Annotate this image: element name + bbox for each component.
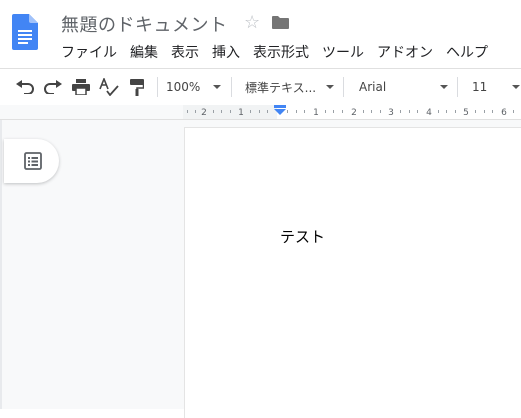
title-bar: 無題のドキュメント ☆ ファイル 編集 表示 挿入 表示形式 ツール アドオン … <box>0 0 521 68</box>
toolbar-divider <box>157 77 158 97</box>
document-body-text[interactable]: テスト <box>280 226 325 247</box>
spellcheck-icon <box>99 78 119 96</box>
chevron-down-icon <box>213 85 221 89</box>
ruler-number: 5 <box>463 108 469 118</box>
menu-bar: ファイル 編集 表示 挿入 表示形式 ツール アドオン ヘルプ <box>61 42 501 62</box>
redo-icon <box>44 80 62 94</box>
paragraph-style-value: 標準テキス... <box>245 80 317 95</box>
ruler-number: 2 <box>201 108 207 118</box>
ruler-number: 2 <box>351 108 357 118</box>
font-value: Arial <box>359 80 387 94</box>
menu-file[interactable]: ファイル <box>61 42 117 62</box>
menu-help[interactable]: ヘルプ <box>446 42 488 62</box>
star-outline-icon[interactable]: ☆ <box>244 12 260 33</box>
menu-format[interactable]: 表示形式 <box>253 42 309 62</box>
toolbar-divider <box>343 77 344 97</box>
menu-edit[interactable]: 編集 <box>130 42 158 62</box>
left-panel-edge <box>0 120 2 409</box>
zoom-value: 100% <box>166 80 201 94</box>
menu-view[interactable]: 表示 <box>171 42 199 62</box>
toolbar-divider <box>231 77 232 97</box>
print-icon <box>72 79 90 95</box>
font-size-select[interactable]: 11 <box>472 69 502 105</box>
font-size-value: 11 <box>472 80 488 94</box>
undo-icon <box>16 80 34 94</box>
toolbar: 100% 標準テキス... Arial 11 <box>0 68 521 106</box>
ruler-number: 1 <box>313 108 319 118</box>
chevron-down-icon <box>440 85 448 89</box>
menu-tools[interactable]: ツール <box>322 42 364 62</box>
folder-icon[interactable] <box>272 16 289 29</box>
document-outline-button[interactable] <box>4 139 59 183</box>
redo-button[interactable] <box>42 69 64 105</box>
ruler-number: 3 <box>388 108 394 118</box>
ruler-number: 6 <box>501 108 507 118</box>
horizontal-ruler[interactable]: 2 1 1 2 3 4 5 6 <box>183 105 521 119</box>
font-select[interactable]: Arial <box>359 69 449 105</box>
first-line-indent-marker[interactable] <box>274 105 286 108</box>
print-button[interactable] <box>70 69 92 105</box>
paint-format-icon <box>130 78 144 96</box>
document-title[interactable]: 無題のドキュメント <box>61 11 228 37</box>
paint-format-button[interactable] <box>126 69 148 105</box>
toolbar-divider <box>457 77 458 97</box>
undo-button[interactable] <box>14 69 36 105</box>
menu-insert[interactable]: 挿入 <box>212 42 240 62</box>
google-docs-icon[interactable] <box>12 14 38 50</box>
spellcheck-button[interactable] <box>98 69 120 105</box>
ruler-number: 4 <box>426 108 432 118</box>
document-outline-icon <box>24 152 42 170</box>
chevron-down-icon <box>326 85 334 89</box>
ruler-number: 1 <box>238 108 244 118</box>
menu-addons[interactable]: アドオン <box>377 42 433 62</box>
chevron-down-icon <box>512 85 520 89</box>
paragraph-style-select[interactable]: 標準テキス... <box>245 69 335 105</box>
document-page[interactable] <box>185 128 521 418</box>
